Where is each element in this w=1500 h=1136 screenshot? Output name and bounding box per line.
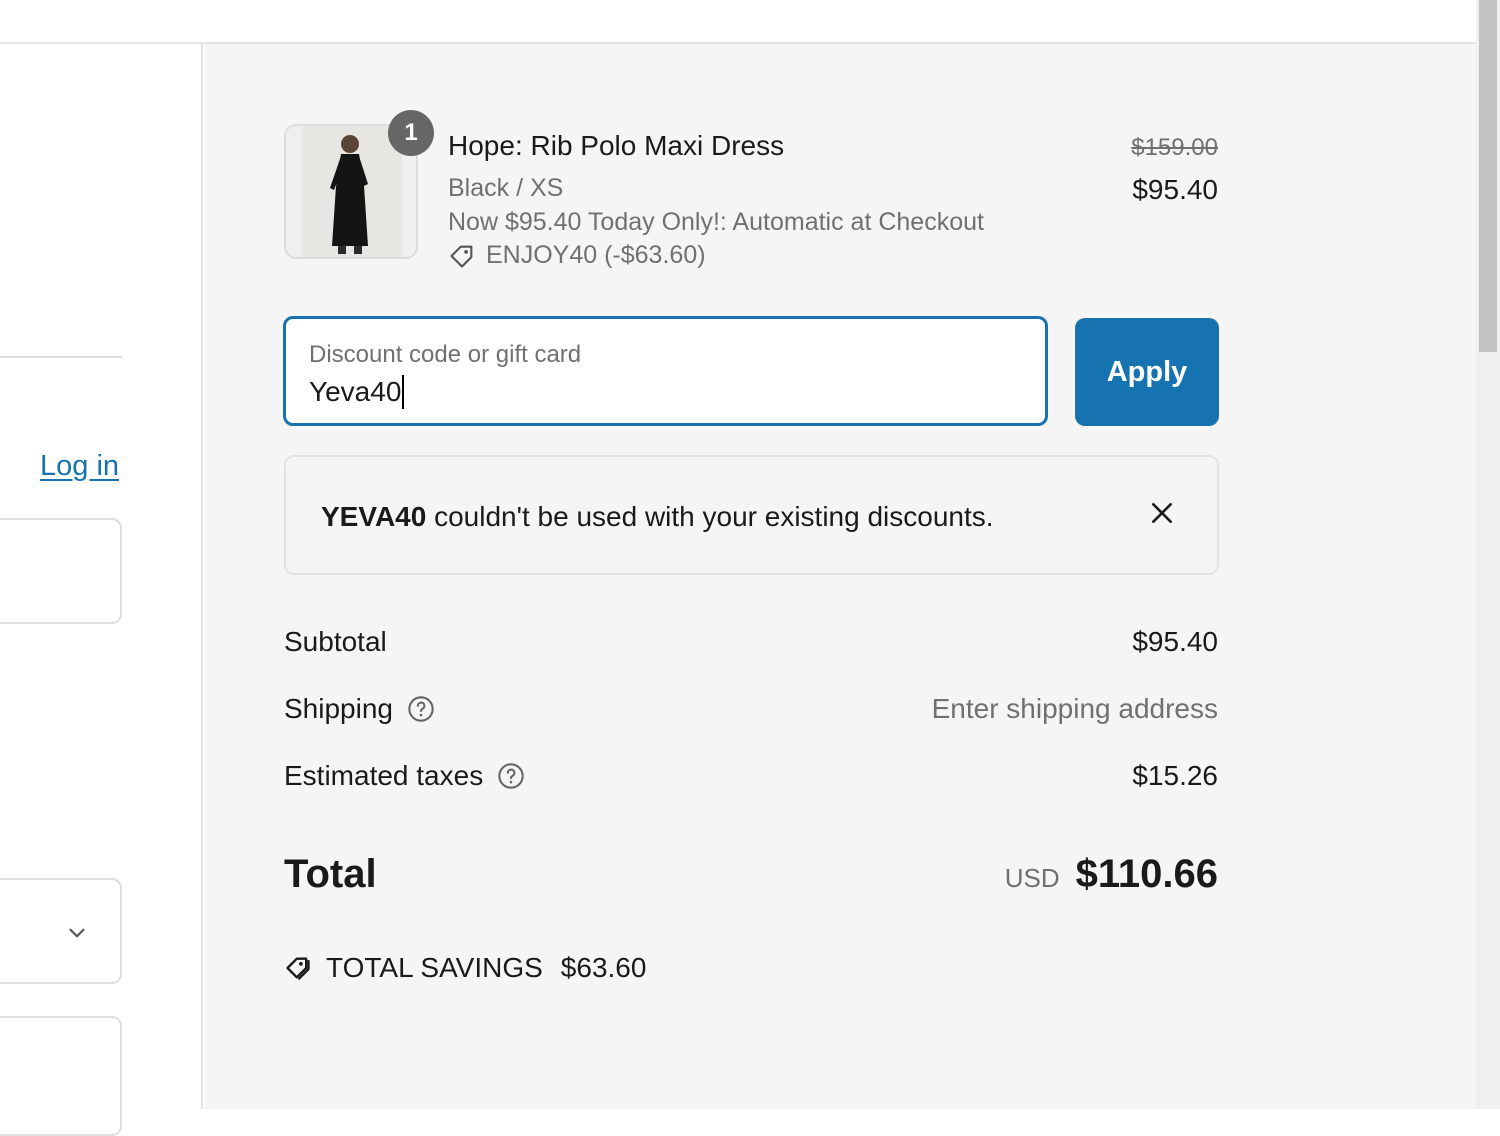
total-amount: $110.66 [1075,852,1218,896]
discount-code-input[interactable]: Discount code or gift card Yeva40 [283,316,1048,426]
product-promo: Now $95.40 Today Only!: Automatic at Che… [448,208,984,236]
total-savings: TOTAL SAVINGS $63.60 [284,952,646,984]
total-value: USD $110.66 [1005,852,1218,897]
subtotal-label: Subtotal [284,626,387,658]
taxes-label-text: Estimated taxes [284,760,484,791]
taxes-value: $15.26 [1132,760,1218,791]
savings-tag-icon [286,957,310,980]
quantity-badge: 1 [388,110,434,156]
savings-amount: $63.60 [560,952,647,983]
shipping-value: Enter shipping address [931,693,1218,724]
error-message-text: couldn't be used with your existing disc… [426,501,994,532]
product-title: Hope: Rib Polo Maxi Dress [448,130,785,161]
close-icon [1152,503,1172,523]
product-discount-line: ENJOY40 (-$63.60) [448,241,706,270]
subtotal-label-text: Subtotal [284,626,387,657]
subtotal-value: $95.40 [1132,626,1218,657]
error-message: YEVA40 couldn't be used with your existi… [321,501,994,533]
section-divider [0,356,122,358]
discount-input-label: Discount code or gift card [309,341,582,368]
text-caret [402,375,405,409]
taxes-label: Estimated taxes [284,760,525,792]
discount-error-banner: YEVA40 couldn't be used with your existi… [284,455,1219,575]
email-field[interactable] [0,518,122,624]
product-thumbnail: 1 [284,110,434,259]
shipping-label: Shipping [284,693,435,725]
discount-input-value: Yeva40 [309,376,402,407]
original-price: $159.00 [1131,134,1218,161]
scrollbar[interactable] [1476,0,1500,1109]
currency-code: USD [1004,863,1060,893]
product-variant: Black / XS [448,174,564,202]
scrollbar-thumb[interactable] [1479,0,1497,352]
savings-label: TOTAL SAVINGS [326,952,543,983]
chevron-down-icon [69,928,85,938]
help-icon[interactable] [407,695,435,723]
final-price: $95.40 [1132,174,1218,205]
checkout-form-pane: Log in [0,44,203,1136]
tag-icon [450,245,473,268]
order-summary-pane: 1 Hope: Rib Polo Maxi Dress Black / XS N… [205,44,1476,1109]
error-code: YEVA40 [321,501,427,532]
login-link[interactable]: Log in [40,450,119,483]
first-name-field[interactable] [0,1016,122,1136]
discount-applied-text: ENJOY40 (-$63.60) [486,241,706,269]
total-label: Total [284,852,377,896]
discount-input-value-wrap: Yeva40 [309,375,405,409]
dismiss-error-button[interactable] [1144,495,1180,531]
help-icon[interactable] [497,762,525,790]
top-bar [0,0,1476,44]
apply-button[interactable]: Apply [1075,318,1219,426]
shipping-label-text: Shipping [284,693,393,724]
country-select[interactable] [0,878,122,984]
